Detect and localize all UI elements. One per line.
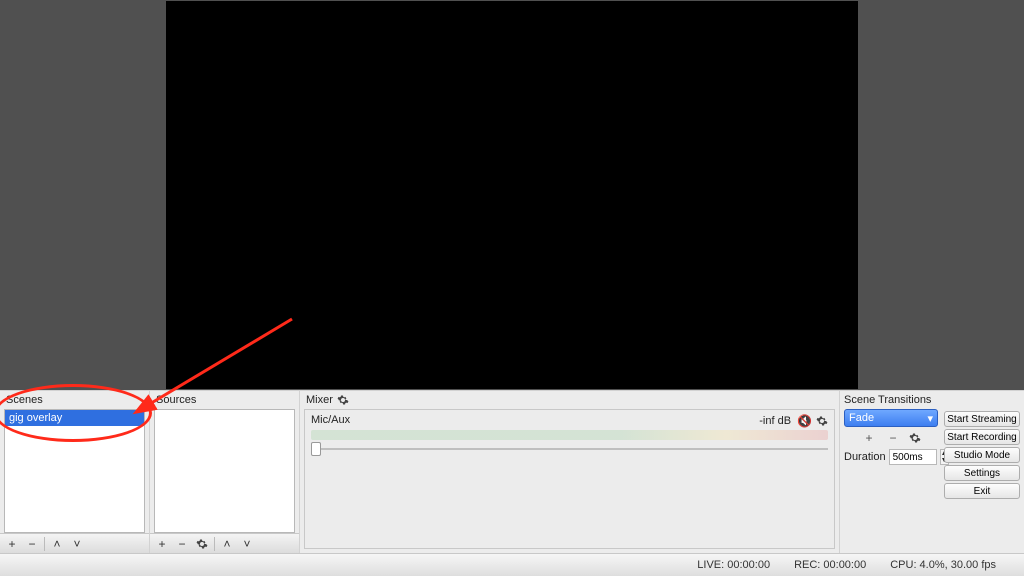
sources-toolbar: + − ˄ ˅	[150, 533, 299, 553]
gear-icon	[196, 538, 208, 550]
transition-duration-row: Duration ▲▼	[844, 449, 938, 465]
mixer-settings-icon[interactable]	[337, 394, 349, 406]
transition-buttons-row: + −	[844, 430, 938, 446]
controls-panel: Start Streaming Start Recording Studio M…	[942, 391, 1024, 553]
duration-label: Duration	[844, 451, 886, 463]
mixer-panel: Mixer Mic/Aux -inf dB 🔇	[300, 391, 840, 553]
start-recording-button[interactable]: Start Recording	[944, 429, 1020, 445]
transitions-header: Scene Transitions	[844, 391, 938, 409]
mixer-header: Mixer	[300, 391, 839, 409]
studio-mode-button[interactable]: Studio Mode	[944, 447, 1020, 463]
chevron-down-icon: ▾	[927, 412, 933, 425]
settings-button[interactable]: Settings	[944, 465, 1020, 481]
scenes-move-down-button[interactable]: ˅	[67, 535, 87, 553]
sources-move-up-button[interactable]: ˄	[217, 535, 237, 553]
status-live: LIVE: 00:00:00	[697, 559, 770, 571]
separator	[214, 537, 215, 551]
transition-settings-icon[interactable]	[909, 432, 921, 444]
right-panel: Scene Transitions Fade ▾ + − Duration ▲▼…	[840, 391, 1024, 553]
mixer-title: Mixer	[306, 394, 333, 406]
transition-select[interactable]: Fade ▾	[844, 409, 938, 427]
mixer-volume-slider[interactable]	[311, 442, 828, 456]
mixer-channel-name: Mic/Aux	[311, 414, 350, 428]
preview-area	[0, 0, 1024, 390]
sources-move-down-button[interactable]: ˅	[237, 535, 257, 553]
transition-selected-label: Fade	[849, 412, 874, 424]
duration-input[interactable]	[889, 449, 937, 465]
scenes-panel: Scenes gig overlay + − ˄ ˅	[0, 391, 150, 553]
scenes-add-button[interactable]: +	[2, 535, 22, 553]
status-cpu: CPU: 4.0%, 30.00 fps	[890, 559, 996, 571]
transition-remove-button[interactable]: −	[885, 430, 901, 446]
scenes-header: Scenes	[0, 391, 149, 409]
status-bar: LIVE: 00:00:00 REC: 00:00:00 CPU: 4.0%, …	[0, 553, 1024, 576]
mixer-meter	[311, 430, 828, 440]
scenes-remove-button[interactable]: −	[22, 535, 42, 553]
sources-add-button[interactable]: +	[152, 535, 172, 553]
mute-icon[interactable]: 🔇	[797, 414, 812, 428]
scene-item-gig-overlay[interactable]: gig overlay	[5, 410, 144, 426]
sources-remove-button[interactable]: −	[172, 535, 192, 553]
sources-panel: Sources + − ˄ ˅	[150, 391, 300, 553]
status-rec: REC: 00:00:00	[794, 559, 866, 571]
scenes-toolbar: + − ˄ ˅	[0, 533, 149, 553]
mixer-channel-level: -inf dB	[759, 415, 791, 427]
preview-canvas	[166, 1, 858, 389]
transition-add-button[interactable]: +	[861, 430, 877, 446]
scenes-list[interactable]: gig overlay	[4, 409, 145, 533]
panels-row: Scenes gig overlay + − ˄ ˅ Sources + − ˄…	[0, 390, 1024, 553]
mixer-volume-knob[interactable]	[311, 442, 321, 456]
separator	[44, 537, 45, 551]
sources-properties-button[interactable]	[192, 535, 212, 553]
start-streaming-button[interactable]: Start Streaming	[944, 411, 1020, 427]
mixer-body: Mic/Aux -inf dB 🔇	[304, 409, 835, 549]
channel-settings-icon[interactable]	[816, 415, 828, 427]
scenes-move-up-button[interactable]: ˄	[47, 535, 67, 553]
exit-button[interactable]: Exit	[944, 483, 1020, 499]
sources-header: Sources	[150, 391, 299, 409]
transitions-panel: Scene Transitions Fade ▾ + − Duration ▲▼	[840, 391, 942, 553]
mixer-channel-row: Mic/Aux -inf dB 🔇	[311, 414, 828, 428]
sources-list[interactable]	[154, 409, 295, 533]
